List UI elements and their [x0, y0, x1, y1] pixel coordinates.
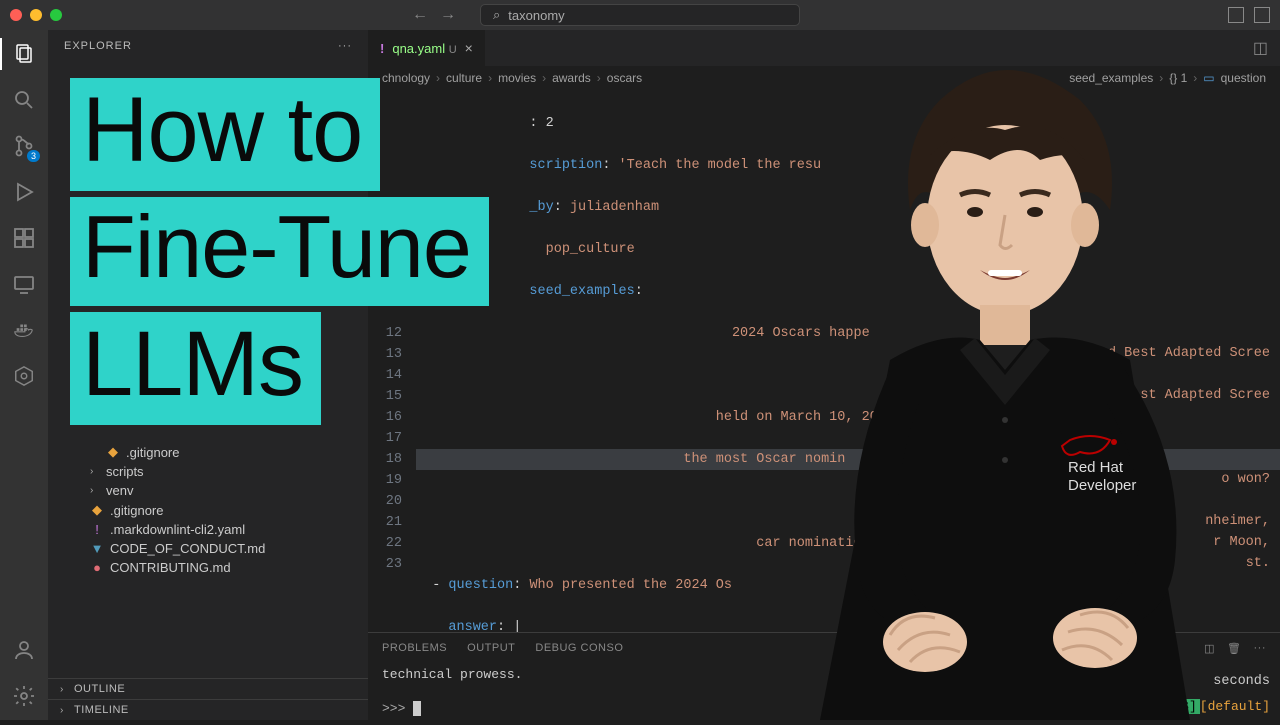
run-debug-tab[interactable] — [10, 178, 38, 206]
titlebar-right — [1228, 7, 1270, 23]
title-line-3: LLMs — [70, 312, 321, 425]
sidebar-more-button[interactable]: ··· — [338, 40, 352, 52]
terminal-prompt: >>> — [382, 701, 405, 716]
code-fragment: st. — [1246, 556, 1270, 571]
explorer-tab[interactable] — [10, 40, 38, 68]
search-icon: ⌕ — [493, 7, 500, 23]
tab-filename: qna.yaml U — [392, 41, 456, 56]
git-icon: ◆ — [106, 444, 120, 460]
nav-back-button[interactable]: ← — [412, 6, 428, 24]
minimize-window-button[interactable] — [30, 9, 42, 21]
tree-file-markdownlint[interactable]: ! .markdownlint-cli2.yaml — [48, 520, 368, 539]
yaml-icon: ! — [380, 41, 384, 56]
search-placeholder: taxonomy — [508, 8, 564, 23]
terminal-time-fragment: seconds — [1213, 674, 1270, 689]
nav-arrows: ← → — [412, 6, 456, 24]
code-fragment: r Moon, — [1213, 535, 1270, 550]
extensions-tab[interactable] — [10, 224, 38, 252]
timeline-section[interactable]: › TIMELINE — [48, 699, 368, 720]
tree-file-gitignore[interactable]: ◆ .gitignore — [48, 442, 368, 462]
tree-file-gitignore[interactable]: ◆ .gitignore — [48, 500, 368, 520]
close-window-button[interactable] — [10, 9, 22, 21]
tree-folder-venv[interactable]: › venv — [48, 481, 368, 500]
chevron-right-icon: › — [60, 705, 70, 716]
tab-close-button[interactable]: × — [465, 40, 473, 56]
split-editor-icon[interactable]: ◫ — [1253, 38, 1268, 58]
command-center-search[interactable]: ⌕ taxonomy — [480, 4, 800, 26]
code-fragment: o won? — [1221, 472, 1270, 487]
outline-section[interactable]: › OUTLINE — [48, 678, 368, 699]
title-line-1: How to — [70, 78, 380, 191]
svg-text:Developer: Developer — [1068, 477, 1136, 494]
kubernetes-tab[interactable] — [10, 362, 38, 390]
layout-panel-icon[interactable] — [1228, 7, 1244, 23]
panel-tab-output[interactable]: OUTPUT — [467, 642, 515, 654]
chevron-right-icon: › — [90, 466, 100, 477]
sidebar-title: EXPLORER — [64, 40, 132, 52]
settings-button[interactable] — [10, 682, 38, 710]
search-tab[interactable] — [10, 86, 38, 114]
remote-tab[interactable] — [10, 270, 38, 298]
activity-bar: 3 — [0, 30, 48, 720]
markdown-icon: ▼ — [90, 541, 104, 556]
titlebar: ← → ⌕ taxonomy — [0, 0, 1280, 30]
chevron-right-icon: › — [90, 485, 100, 496]
presenter-figure: Red Hat Developer — [790, 60, 1220, 720]
panel-tab-debug[interactable]: DEBUG CONSO — [535, 642, 623, 654]
trash-icon[interactable]: 🗑 — [1227, 642, 1241, 655]
tree-file-coc[interactable]: ▼ CODE_OF_CONDUCT.md — [48, 539, 368, 558]
accounts-button[interactable] — [10, 636, 38, 664]
layout-sidebar-icon[interactable] — [1254, 7, 1270, 23]
window-controls — [10, 9, 62, 21]
docker-tab[interactable] — [10, 316, 38, 344]
scm-badge: 3 — [27, 150, 40, 162]
editor-actions: ◫ — [1253, 38, 1280, 58]
panel-tab-problems[interactable]: PROBLEMS — [382, 642, 447, 654]
tree-folder-scripts[interactable]: › scripts — [48, 462, 368, 481]
terminal-cursor — [413, 701, 421, 716]
title-line-2: Fine-Tune — [70, 197, 489, 306]
video-title-overlay: How to Fine-Tune LLMs — [70, 78, 489, 425]
source-control-tab[interactable]: 3 — [10, 132, 38, 160]
tree-file-contributing[interactable]: ● CONTRIBUTING.md — [48, 558, 368, 577]
tab-qna-yaml[interactable]: ! qna.yaml U × — [368, 30, 486, 66]
panel-more-icon[interactable]: ··· — [1254, 642, 1267, 655]
sidebar-header: EXPLORER ··· — [48, 30, 368, 58]
nav-forward-button[interactable]: → — [440, 6, 456, 24]
maximize-window-button[interactable] — [50, 9, 62, 21]
git-icon: ◆ — [90, 502, 104, 518]
svg-text:Red Hat: Red Hat — [1068, 459, 1124, 476]
markdown-icon: ● — [90, 560, 104, 575]
yaml-icon: ! — [90, 522, 104, 537]
chevron-right-icon: › — [60, 684, 70, 695]
